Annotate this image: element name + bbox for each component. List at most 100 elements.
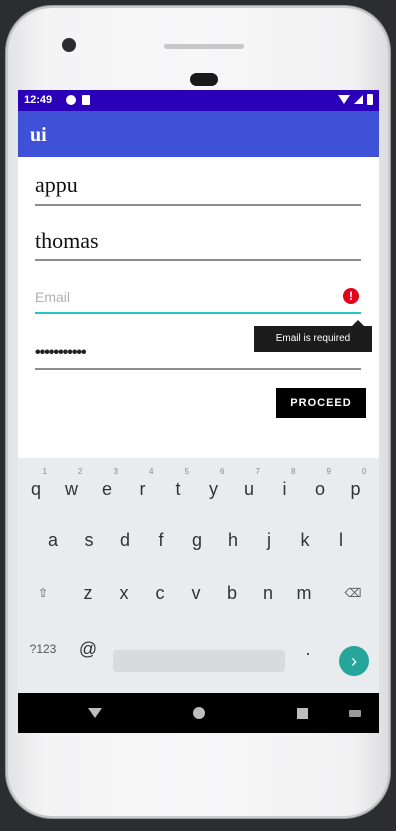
- key-q-label: q: [30, 479, 41, 499]
- key-d[interactable]: d: [110, 523, 140, 557]
- key-o[interactable]: o9: [305, 467, 335, 506]
- battery-icon: [367, 94, 373, 105]
- key-v[interactable]: v: [181, 576, 211, 610]
- key-g-label: g: [191, 530, 202, 550]
- key-k[interactable]: k: [290, 523, 320, 557]
- key-e-label: e: [101, 479, 112, 499]
- key-f[interactable]: f: [146, 523, 176, 557]
- key-y-number-hint: 6: [220, 467, 225, 476]
- symbols-key-label: ?123: [29, 642, 57, 656]
- shift-key-label: ⇧: [37, 586, 49, 600]
- key-e-number-hint: 3: [113, 467, 118, 476]
- key-j-label: j: [267, 530, 271, 550]
- key-r-label: r: [139, 479, 146, 499]
- proximity-sensor: [190, 73, 218, 86]
- delete-key-label: ⌫: [344, 586, 362, 600]
- first-name-field[interactable]: appu: [35, 170, 361, 206]
- recent-apps-icon[interactable]: [297, 708, 308, 719]
- key-a-label: a: [47, 530, 58, 550]
- key-z-label: z: [83, 583, 93, 603]
- back-icon[interactable]: [88, 708, 102, 718]
- key-x[interactable]: x: [109, 576, 139, 610]
- navigation-bar: [18, 693, 379, 733]
- app-title: ui: [30, 124, 47, 146]
- home-icon[interactable]: [193, 707, 205, 719]
- key-w-number-hint: 2: [78, 467, 83, 476]
- key-q-number-hint: 1: [42, 467, 47, 476]
- key-b[interactable]: b: [217, 576, 247, 610]
- password-mask: •••••••••••: [35, 344, 87, 361]
- app-bar: ui: [18, 111, 379, 157]
- key-m[interactable]: m: [289, 576, 319, 610]
- key-p[interactable]: p0: [341, 467, 371, 506]
- last-name-field[interactable]: thomas: [35, 226, 361, 261]
- key-u[interactable]: u7: [234, 467, 264, 506]
- symbols-key[interactable]: ?123: [28, 632, 58, 666]
- wifi-icon: [338, 95, 350, 104]
- key-q[interactable]: q1: [21, 467, 51, 506]
- password-field[interactable]: •••••••••••: [35, 342, 361, 370]
- key-o-label: o: [314, 479, 325, 499]
- key-u-label: u: [243, 479, 254, 499]
- key-h-label: h: [227, 530, 238, 550]
- key-y-label: y: [209, 479, 218, 499]
- period-key[interactable]: .: [293, 632, 323, 666]
- key-l-label: l: [339, 530, 343, 550]
- error-icon[interactable]: !: [343, 288, 359, 304]
- first-name-value: appu: [35, 172, 78, 197]
- proceed-button[interactable]: PROCEED: [276, 388, 366, 418]
- key-v-label: v: [191, 583, 201, 603]
- key-d-label: d: [119, 530, 130, 550]
- go-arrow-icon: ›: [351, 651, 357, 671]
- key-y[interactable]: y6: [199, 467, 229, 506]
- key-b-label: b: [226, 583, 237, 603]
- key-i[interactable]: i8: [270, 467, 300, 506]
- key-j[interactable]: j: [254, 523, 284, 557]
- space-key[interactable]: [113, 650, 285, 672]
- status-time: 12:49: [24, 94, 53, 106]
- device-screen: 12:49 ui appu thomas Email ! Email is re…: [18, 90, 379, 733]
- keyboard-switch-icon[interactable]: [349, 710, 361, 717]
- go-key[interactable]: ›: [339, 646, 369, 676]
- key-t-label: t: [175, 479, 181, 499]
- soft-keyboard: q 1 w 2 e 3 r 4 t 5 y 6 u 7 i 8 o 9 p 0 a s d f g h j k l ⇧ z x c v b n m ⌫ ?1…: [18, 458, 379, 693]
- key-t[interactable]: t5: [163, 467, 193, 506]
- front-camera: [62, 38, 76, 52]
- at-key-label: @: [78, 639, 98, 659]
- key-i-number-hint: 8: [291, 467, 296, 476]
- key-p-label: p: [350, 479, 361, 499]
- key-t-number-hint: 5: [184, 467, 189, 476]
- email-field[interactable]: Email !: [35, 287, 361, 314]
- key-u-number-hint: 7: [255, 467, 260, 476]
- key-h[interactable]: h: [218, 523, 248, 557]
- key-g[interactable]: g: [182, 523, 212, 557]
- key-n[interactable]: n: [253, 576, 283, 610]
- key-i-label: i: [282, 479, 287, 499]
- key-e[interactable]: e3: [92, 467, 122, 506]
- key-s-label: s: [84, 530, 94, 550]
- key-p-number-hint: 0: [362, 467, 367, 476]
- key-w[interactable]: w2: [57, 467, 87, 506]
- key-k-label: k: [300, 530, 310, 550]
- period-key-label: .: [305, 639, 311, 659]
- delete-key[interactable]: ⌫: [338, 576, 368, 610]
- email-placeholder: Email: [35, 289, 71, 305]
- key-z[interactable]: z: [73, 576, 103, 610]
- at-key[interactable]: @: [73, 632, 103, 666]
- key-a[interactable]: a: [38, 523, 68, 557]
- key-l[interactable]: l: [326, 523, 356, 557]
- notification-icon: [66, 95, 76, 105]
- shift-key[interactable]: ⇧: [28, 576, 58, 610]
- status-bar: 12:49: [18, 90, 379, 111]
- key-x-label: x: [119, 583, 129, 603]
- key-n-label: n: [262, 583, 273, 603]
- key-o-number-hint: 9: [326, 467, 331, 476]
- sd-card-icon: [82, 95, 90, 105]
- key-c-label: c: [155, 583, 165, 603]
- key-m-label: m: [296, 583, 312, 603]
- signal-icon: [354, 95, 363, 104]
- key-c[interactable]: c: [145, 576, 175, 610]
- key-r[interactable]: r4: [128, 467, 158, 506]
- key-s[interactable]: s: [74, 523, 104, 557]
- key-r-number-hint: 4: [149, 467, 154, 476]
